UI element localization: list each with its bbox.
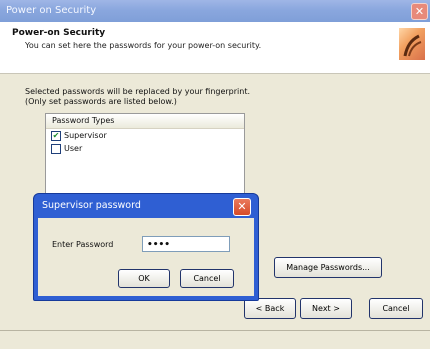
ok-button[interactable]: OK	[118, 269, 170, 288]
footer-divider	[0, 330, 430, 331]
info-text-line1: Selected passwords will be replaced by y…	[25, 87, 251, 96]
info-text-line2: (Only set passwords are listed below.)	[25, 97, 177, 106]
header-title: Power-on Security	[12, 28, 106, 38]
fingerprint-logo-icon	[399, 28, 425, 60]
dialog-title: Supervisor password	[42, 200, 141, 211]
supervisor-password-dialog: Supervisor password ✕ Enter Password •••…	[33, 193, 259, 301]
cancel-button[interactable]: Cancel	[369, 298, 423, 319]
password-field[interactable]: ••••	[142, 236, 230, 252]
wizard-header: Power-on Security You can set here the p…	[0, 22, 430, 74]
header-subtitle: You can set here the passwords for your …	[25, 41, 262, 50]
next-button[interactable]: Next >	[300, 298, 352, 319]
dialog-cancel-button[interactable]: Cancel	[180, 269, 234, 288]
password-types-column-header[interactable]: Password Types	[46, 114, 244, 129]
supervisor-checkbox[interactable]: ✔	[51, 131, 61, 141]
user-checkbox[interactable]	[51, 144, 61, 154]
password-field-label: Enter Password	[52, 240, 114, 249]
dialog-body: Enter Password •••• OK Cancel	[38, 218, 254, 296]
list-item-label: User	[64, 144, 83, 153]
list-item-label: Supervisor	[64, 131, 107, 140]
back-button[interactable]: < Back	[244, 298, 296, 319]
list-item[interactable]: ✔ Supervisor	[46, 129, 244, 142]
window-title-bar[interactable]: Power on Security ✕	[0, 0, 430, 22]
window-close-button[interactable]: ✕	[411, 3, 428, 20]
window-title: Power on Security	[6, 5, 97, 16]
manage-passwords-button[interactable]: Manage Passwords...	[274, 257, 382, 278]
list-item[interactable]: User	[46, 142, 244, 155]
dialog-close-button[interactable]: ✕	[233, 198, 251, 216]
